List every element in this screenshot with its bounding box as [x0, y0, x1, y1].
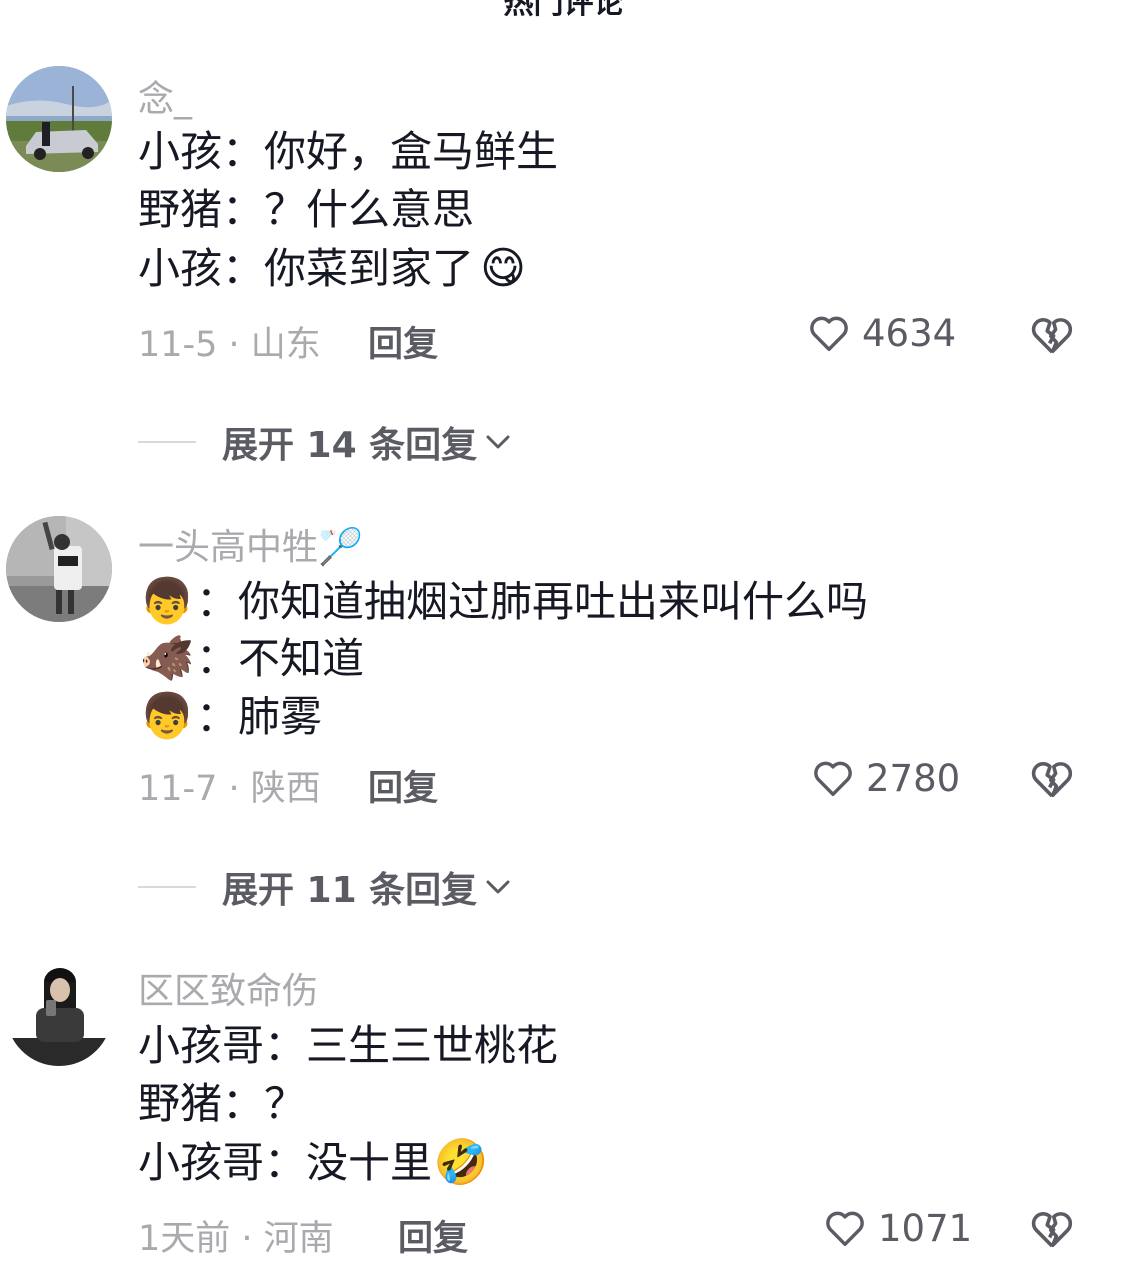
dislike-button[interactable]: [1028, 755, 1076, 807]
comment-text: ：不知道: [196, 634, 365, 683]
comment-meta: 11-7 · 陕西: [138, 769, 321, 809]
chevron-down-icon: [486, 435, 510, 449]
heart-outline-icon: [814, 761, 852, 797]
emoji: 👦: [139, 576, 195, 627]
comment-meta: 11-5 · 山东: [138, 325, 321, 365]
broken-heart-icon: [1031, 761, 1073, 798]
broken-heart-icon: [1031, 1211, 1073, 1248]
comment-line: 野猪：？: [138, 1075, 306, 1133]
divider: [138, 886, 196, 888]
comment-line: 小孩哥：没十里 🤣: [138, 1134, 490, 1192]
comment-line: 小孩哥：三生三世桃花: [138, 1017, 558, 1075]
like-button[interactable]: 2780: [810, 755, 960, 801]
comment-text: 小孩：你好，盒马鲜生: [138, 127, 559, 176]
comment-line: 野猪：？什么意思: [138, 181, 474, 239]
like-count: 4634: [862, 311, 957, 355]
avatar[interactable]: [6, 516, 112, 622]
comment-meta: 1天前 · 河南: [138, 1219, 334, 1259]
emoji: 🤣: [433, 1137, 489, 1188]
username[interactable]: 念_: [138, 70, 192, 122]
like-button[interactable]: 1071: [822, 1205, 972, 1251]
page-title: 热门评论: [503, 0, 624, 21]
comment-text: ：你知道抽烟过肺再吐出来叫什么吗: [196, 577, 869, 626]
broken-heart-icon: [1031, 317, 1073, 354]
comment-line: 小孩：你菜到家了 😋: [138, 240, 532, 298]
comment-text: 野猪：？: [138, 1079, 307, 1128]
comment-text: 野猪：？什么意思: [138, 185, 475, 234]
comment-text: 小孩哥：三生三世桃花: [138, 1021, 559, 1070]
divider: [138, 441, 196, 443]
comment-line: 🐗 ：不知道: [138, 630, 364, 688]
comment-line: 👦 ：你知道抽烟过肺再吐出来叫什么吗: [138, 573, 868, 631]
expand-replies-label: 展开 14 条回复: [222, 425, 478, 466]
avatar[interactable]: [6, 66, 112, 172]
like-count: 2780: [866, 756, 961, 800]
reply-button[interactable]: 回复: [368, 760, 438, 811]
expand-replies-button[interactable]: 展开 11 条回复: [138, 861, 513, 913]
emoji: 👦: [139, 691, 195, 742]
avatar[interactable]: [6, 960, 112, 1066]
expand-replies-button[interactable]: 展开 14 条回复: [138, 416, 513, 468]
comment-text: 小孩哥：没十里: [138, 1138, 433, 1187]
heart-outline-icon: [826, 1211, 864, 1247]
dislike-button[interactable]: [1028, 311, 1076, 363]
comment-text: ：肺雾: [196, 692, 323, 741]
expand-replies-label: 展开 11 条回复: [222, 870, 478, 911]
emoji: 🐗: [139, 633, 195, 684]
username[interactable]: 区区致命伤: [138, 962, 318, 1014]
heart-outline-icon: [810, 316, 848, 352]
comment-text: 小孩：你菜到家了: [138, 244, 475, 293]
emoji: 😋: [480, 243, 526, 294]
dislike-button[interactable]: [1028, 1205, 1076, 1257]
like-button[interactable]: 4634: [806, 310, 956, 356]
comment-line: 👦 ：肺雾: [138, 688, 322, 746]
username[interactable]: 一头高中牲🏸: [138, 518, 363, 570]
like-count: 1071: [878, 1206, 973, 1250]
reply-button[interactable]: 回复: [368, 316, 438, 367]
comment-line: 小孩：你好，盒马鲜生: [138, 123, 558, 181]
reply-button[interactable]: 回复: [398, 1210, 468, 1261]
chevron-down-icon: [486, 880, 510, 894]
